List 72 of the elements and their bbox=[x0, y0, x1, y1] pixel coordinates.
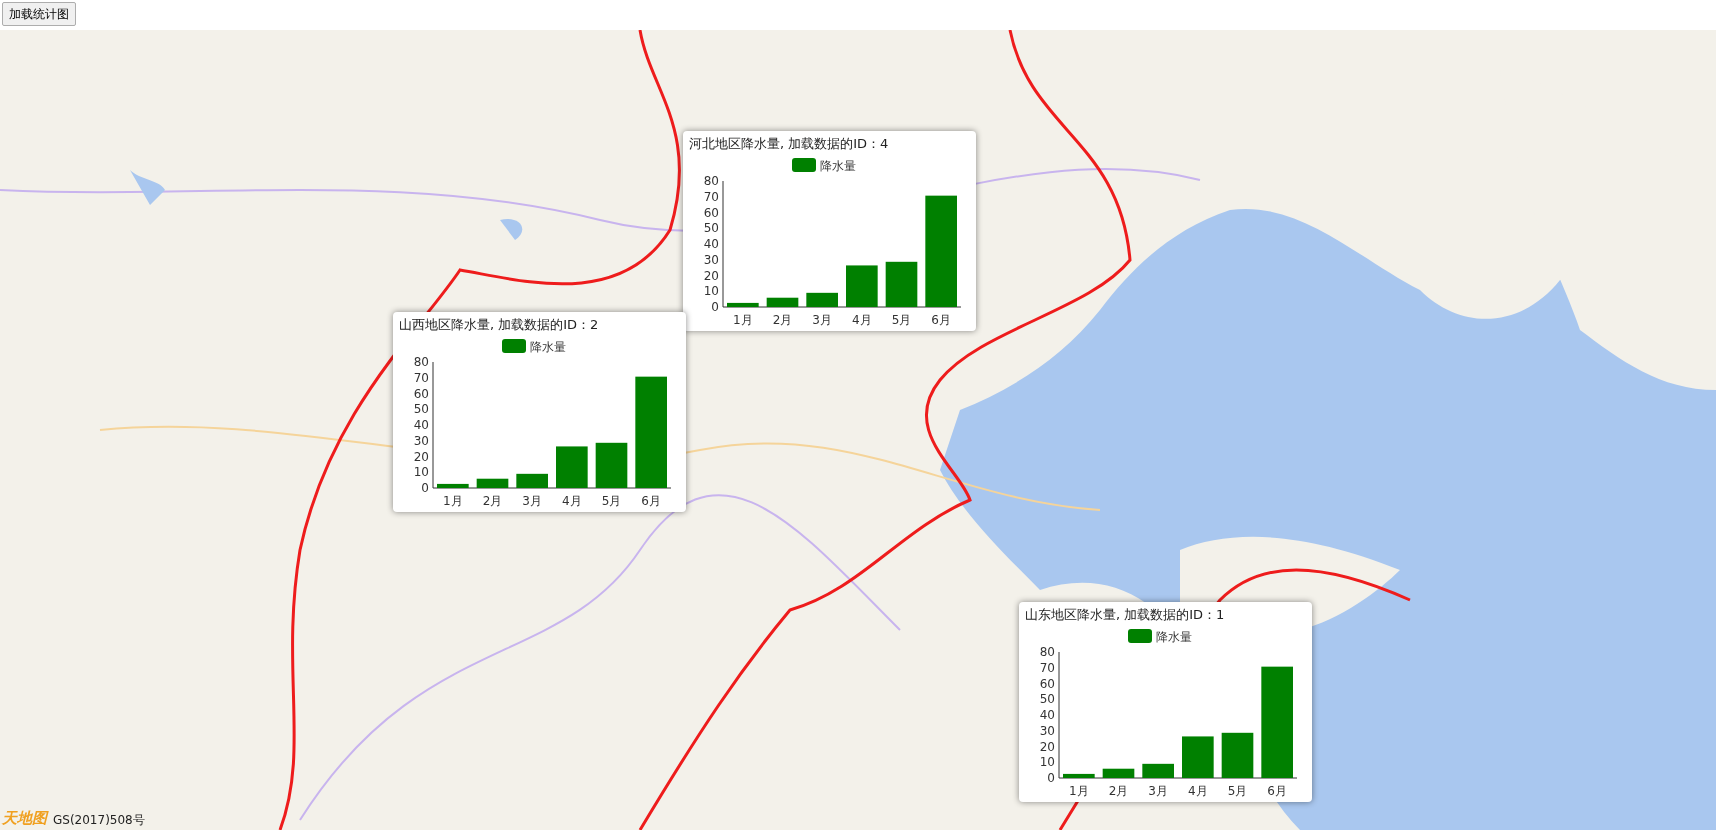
axis-tick-label: 10 bbox=[413, 465, 429, 480]
axis-tick-label: 3月 bbox=[812, 313, 832, 327]
axis-tick-label: 0 bbox=[421, 481, 429, 495]
axis-tick-label: 0 bbox=[1047, 771, 1055, 785]
legend-label: 降水量 bbox=[820, 159, 856, 173]
chart-legend[interactable]: 降水量 bbox=[1128, 629, 1192, 644]
axis-tick-label: 40 bbox=[1039, 708, 1055, 722]
axis-tick-label: 4月 bbox=[562, 494, 582, 508]
chart-legend[interactable]: 降水量 bbox=[502, 339, 566, 354]
axis-tick-label: 80 bbox=[413, 355, 429, 369]
legend-label: 降水量 bbox=[530, 340, 566, 354]
axis-tick-label: 70 bbox=[703, 189, 719, 204]
bar bbox=[516, 473, 548, 488]
axis-tick-label: 6月 bbox=[641, 494, 661, 508]
axis-tick-label: 5月 bbox=[1227, 784, 1248, 798]
axis-tick-label: 30 bbox=[1039, 723, 1055, 738]
axis-tick-label: 20 bbox=[413, 449, 429, 464]
axis-tick-label: 1月 bbox=[1069, 784, 1089, 798]
axis-tick-label: 50 bbox=[703, 221, 719, 236]
bar bbox=[727, 302, 759, 307]
bar bbox=[476, 478, 509, 488]
axis-tick-label: 5月 bbox=[891, 313, 912, 327]
axis-tick-label: 10 bbox=[1039, 755, 1055, 770]
axis-tick-label: 80 bbox=[703, 174, 719, 188]
axis-tick-label: 2月 bbox=[482, 494, 503, 508]
axis-tick-label: 5月 bbox=[601, 494, 622, 508]
axis-tick-label: 0 bbox=[711, 300, 719, 314]
bar bbox=[595, 442, 628, 488]
axis-tick-label: 50 bbox=[1039, 692, 1055, 707]
axis-tick-label: 30 bbox=[703, 252, 719, 267]
axis-tick-label: 20 bbox=[703, 268, 719, 283]
bar bbox=[846, 265, 878, 307]
axis-tick-label: 6月 bbox=[1267, 784, 1287, 798]
popup-title: 山东地区降水量, 加载数据的ID：1 bbox=[1025, 606, 1226, 624]
legend-label: 降水量 bbox=[1156, 630, 1192, 644]
bar bbox=[806, 292, 838, 307]
axis-tick-label: 3月 bbox=[522, 494, 542, 508]
map-logo: 天地图 bbox=[2, 811, 47, 826]
axis-tick-label: 50 bbox=[413, 402, 429, 417]
bar bbox=[1182, 736, 1214, 778]
axis-tick-label: 3月 bbox=[1148, 784, 1168, 798]
axis-tick-label: 4月 bbox=[1188, 784, 1208, 798]
axis-tick-label: 80 bbox=[1039, 645, 1055, 659]
axis-tick-label: 2月 bbox=[772, 313, 793, 327]
bar bbox=[437, 483, 469, 488]
bar bbox=[1063, 773, 1095, 778]
bar bbox=[556, 446, 588, 488]
axis-tick-label: 1月 bbox=[733, 313, 753, 327]
axis-tick-label: 30 bbox=[413, 433, 429, 448]
axis-tick-label: 1月 bbox=[443, 494, 463, 508]
axis-tick-label: 60 bbox=[703, 205, 719, 220]
bar bbox=[766, 297, 799, 307]
axis-tick-label: 2月 bbox=[1108, 784, 1129, 798]
axis-tick-label: 70 bbox=[1039, 660, 1055, 675]
bar bbox=[1142, 763, 1174, 778]
bar bbox=[885, 261, 918, 307]
axis-tick-label: 10 bbox=[703, 284, 719, 299]
axis-tick-label: 20 bbox=[1039, 739, 1055, 754]
license-text: GS(2017)508号 bbox=[53, 814, 145, 826]
popup-title: 山西地区降水量, 加载数据的ID：2 bbox=[399, 316, 600, 334]
chart-legend[interactable]: 降水量 bbox=[792, 158, 856, 173]
bar bbox=[1221, 732, 1254, 778]
axis-tick-label: 6月 bbox=[931, 313, 951, 327]
axis-tick-label: 70 bbox=[413, 370, 429, 385]
bar bbox=[1102, 768, 1135, 778]
axis-tick-label: 4月 bbox=[852, 313, 872, 327]
axis-tick-label: 60 bbox=[413, 386, 429, 401]
load-chart-button[interactable]: 加载统计图 bbox=[2, 2, 76, 26]
axis-tick-label: 40 bbox=[703, 237, 719, 251]
popup-title: 河北地区降水量, 加载数据的ID：4 bbox=[689, 135, 890, 153]
axis-tick-label: 40 bbox=[413, 418, 429, 432]
axis-tick-label: 60 bbox=[1039, 676, 1055, 691]
